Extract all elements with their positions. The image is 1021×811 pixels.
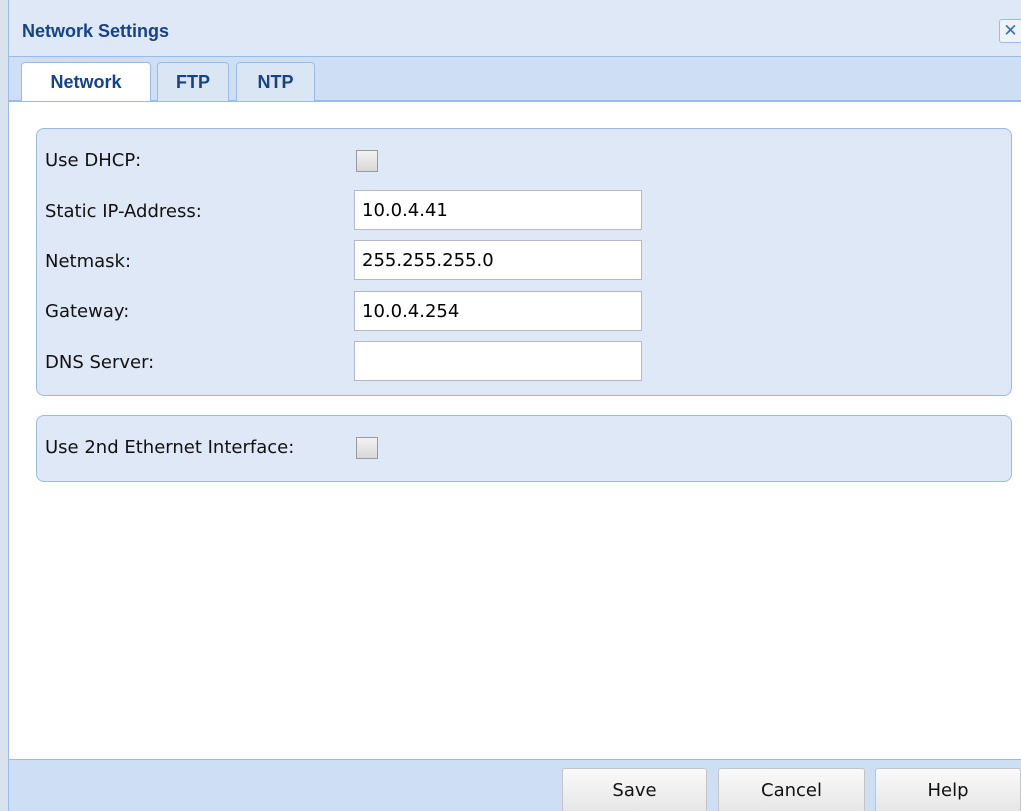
help-button[interactable]: Help — [875, 768, 1021, 811]
static-ip-input[interactable] — [354, 190, 642, 230]
window-title: Network Settings — [22, 21, 170, 41]
second-ethernet-checkbox[interactable] — [356, 437, 378, 459]
tab-panel-network: Use DHCP: Static IP-Address: Netmask: Ga… — [9, 101, 1021, 759]
use-dhcp-label: Use DHCP: — [45, 150, 142, 171]
save-button[interactable]: Save — [562, 768, 707, 811]
tab-ntp[interactable]: NTP — [236, 62, 315, 102]
dns-server-input[interactable] — [354, 341, 642, 381]
static-ip-label: Static IP-Address: — [45, 201, 202, 222]
ip-settings-fieldset: Use DHCP: Static IP-Address: Netmask: Ga… — [36, 128, 1012, 396]
second-ethernet-label: Use 2nd Ethernet Interface: — [45, 437, 295, 458]
tab-ftp[interactable]: FTP — [157, 62, 229, 102]
close-icon: ✕ — [1003, 21, 1018, 41]
gateway-label: Gateway: — [45, 301, 130, 322]
netmask-label: Netmask: — [45, 251, 132, 272]
dns-server-label: DNS Server: — [45, 352, 155, 373]
cancel-button[interactable]: Cancel — [718, 768, 865, 811]
second-ethernet-fieldset: Use 2nd Ethernet Interface: — [36, 415, 1012, 482]
netmask-input[interactable] — [354, 240, 642, 280]
gateway-input[interactable] — [354, 291, 642, 331]
window-titlebar: Network Settings ✕ — [9, 0, 1021, 56]
tab-network[interactable]: Network — [21, 62, 151, 102]
network-settings-window: Network Settings ✕ Network FTP NTP Use D… — [0, 0, 1021, 811]
tab-strip: Network FTP NTP — [9, 56, 1021, 102]
use-dhcp-checkbox[interactable] — [356, 150, 378, 172]
button-bar: Save Cancel Help — [9, 759, 1021, 811]
close-button[interactable]: ✕ — [999, 19, 1021, 43]
window-left-border — [0, 0, 9, 811]
